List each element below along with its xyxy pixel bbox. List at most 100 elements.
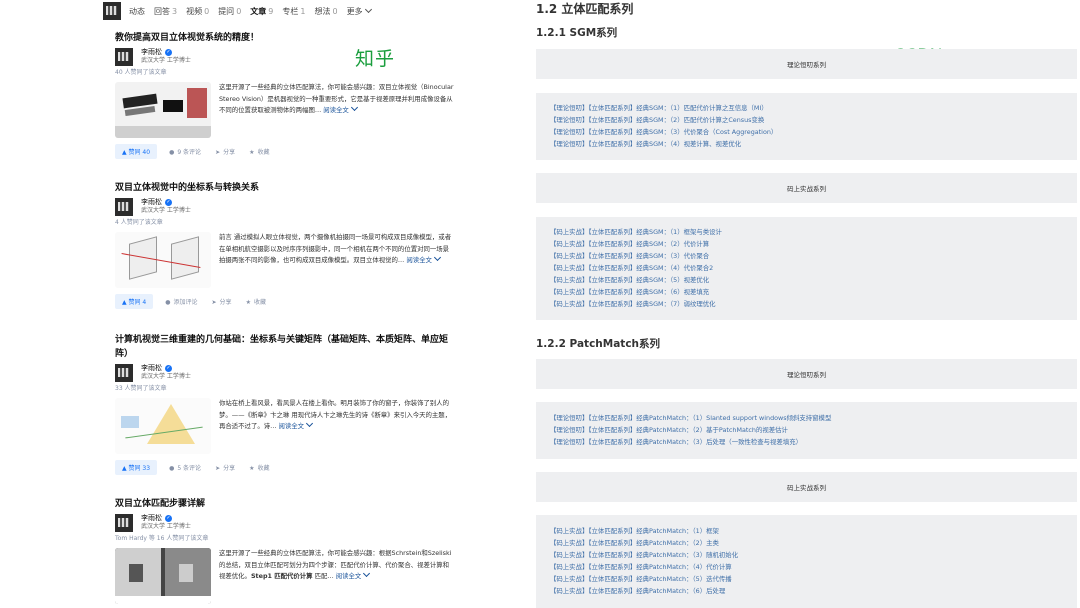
series-band-code: 码上实战系列 <box>536 472 1077 502</box>
article-title[interactable]: 双目立体匹配步骤详解 <box>115 497 455 511</box>
share-button[interactable]: ➤ 分享 <box>215 147 235 156</box>
avatar[interactable] <box>115 364 133 382</box>
list-item-link[interactable]: 【理论恒叨】【立体匹配系列】经典SGM：（2）匹配代价计算之Census变换 <box>550 114 777 126</box>
section-heading: 1.2 立体匹配系列 <box>536 2 634 16</box>
share-icon: ➤ <box>215 149 221 156</box>
pm-code-list: 【码上实战】【立体匹配系列】经典PatchMatch：（1）框架 【码上实战】【… <box>536 515 1077 608</box>
article-excerpt[interactable]: 前言 通过模拟人眼立体视觉，两个摄像机拍摄同一场景可构成双目成像模型，或者在单相… <box>219 232 455 288</box>
author-description: 武汉大学 工学博士 <box>141 523 191 530</box>
article-actions: ▲ 赞同 40 ● 9 条评论 ➤ 分享 ★ 收藏 <box>115 144 455 159</box>
csdn-article-panel: 1.2 立体匹配系列 1.2.1 SGM系列 CSDN 理论恒叨系列 【理论恒叨… <box>536 0 1080 608</box>
tab-activity[interactable]: 动态 <box>129 6 145 17</box>
chevron-down-icon <box>306 419 314 428</box>
vote-summary: 40 人赞同了该文章 <box>115 69 167 76</box>
profile-tab-bar: 动态 回答 3 视频 0 提问 0 文章 9 专栏 1 想法 0 更多 <box>103 0 460 22</box>
favorite-button[interactable]: ★ 收藏 <box>246 297 266 306</box>
share-button[interactable]: ➤ 分享 <box>215 463 235 472</box>
list-item-link[interactable]: 【码上实战】【立体匹配系列】经典SGM：（2）代价计算 <box>550 238 722 250</box>
article-thumbnail[interactable] <box>115 548 211 604</box>
upvote-button[interactable]: ▲ 赞同 33 <box>115 460 158 475</box>
author-name[interactable]: 李雨松 <box>141 364 162 372</box>
author-info: 李雨松 ✓ 武汉大学 工学博士 <box>115 48 455 66</box>
article-actions: ▲ 赞同 4 ● 添加评论 ➤ 分享 ★ 收藏 <box>115 294 455 309</box>
sgm-code-list: 【码上实战】【立体匹配系列】经典SGM：（1）框架与类设计 【码上实战】【立体匹… <box>536 217 1077 320</box>
article-card: 双目立体匹配步骤详解 李雨松 ✓ 武汉大学 工学博士 Tom Hardy 等 16… <box>115 497 455 604</box>
vote-summary: Tom Hardy 等 16 人赞同了该文章 <box>115 535 209 542</box>
favorite-button[interactable]: ★ 收藏 <box>249 463 269 472</box>
author-name[interactable]: 李雨松 <box>141 198 162 206</box>
vote-summary: 33 人赞同了该文章 <box>115 385 167 392</box>
tab-thoughts[interactable]: 想法 0 <box>314 6 337 17</box>
verified-icon: ✓ <box>165 364 172 372</box>
list-item-link[interactable]: 【码上实战】【立体匹配系列】经典SGM：（3）代价聚合 <box>550 250 722 262</box>
list-item-link[interactable]: 【码上实战】【立体匹配系列】经典SGM：（1）框架与类设计 <box>550 226 722 238</box>
article-thumbnail[interactable] <box>115 232 211 288</box>
star-icon: ★ <box>245 299 251 306</box>
list-item-link[interactable]: 【码上实战】【立体匹配系列】经典PatchMatch：（4）代价计算 <box>550 561 738 573</box>
favorite-button[interactable]: ★ 收藏 <box>249 147 269 156</box>
list-item-link[interactable]: 【理论恒叨】【立体匹配系列】经典PatchMatch：（1）Slanted su… <box>550 412 831 424</box>
read-more-link[interactable]: 阅读全文 <box>279 419 314 430</box>
avatar[interactable] <box>115 514 133 532</box>
list-item-link[interactable]: 【码上实战】【立体匹配系列】经典SGM：（6）视差填充 <box>550 286 722 298</box>
list-item-link[interactable]: 【理论恒叨】【立体匹配系列】经典SGM：（1）匹配代价计算之互信息（MI） <box>550 102 777 114</box>
sgm-theory-list: 【理论恒叨】【立体匹配系列】经典SGM：（1）匹配代价计算之互信息（MI） 【理… <box>536 93 1077 160</box>
upvote-button[interactable]: ▲ 赞同 4 <box>115 294 154 309</box>
upvote-button[interactable]: ▲ 赞同 40 <box>115 144 158 159</box>
list-item-link[interactable]: 【理论恒叨】【立体匹配系列】经典PatchMatch：（2）基于PatchMat… <box>550 424 831 436</box>
star-icon: ★ <box>249 465 255 472</box>
read-more-link[interactable]: 阅读全文 <box>323 103 358 114</box>
series-band-theory: 理论恒叨系列 <box>536 49 1077 79</box>
list-item-link[interactable]: 【码上实战】【立体匹配系列】经典PatchMatch：（6）后处理 <box>550 585 738 597</box>
list-item-link[interactable]: 【码上实战】【立体匹配系列】经典PatchMatch：（5）迭代传播 <box>550 573 738 585</box>
list-item-link[interactable]: 【码上实战】【立体匹配系列】经典PatchMatch：（1）框架 <box>550 525 738 537</box>
comment-button[interactable]: ● 5 条评论 <box>169 463 201 472</box>
read-more-link[interactable]: 阅读全文 <box>406 253 441 264</box>
author-info: 李雨松 ✓ 武汉大学 工学博士 <box>115 198 455 216</box>
read-more-link[interactable]: 阅读全文 <box>336 569 371 580</box>
list-item-link[interactable]: 【码上实战】【立体匹配系列】经典SGM：（5）视差优化 <box>550 274 722 286</box>
article-card: 双目立体视觉中的坐标系与转换关系 李雨松 ✓ 武汉大学 工学博士 4 人赞同了该文… <box>115 181 455 309</box>
article-card: 计算机视觉三维重建的几何基础：坐标系与关键矩阵（基础矩阵、本质矩阵、单应矩阵） … <box>115 333 455 475</box>
article-excerpt[interactable]: 这里开源了一些经典的立体匹配算法，你可能会感兴趣：根据Schrstein和Sze… <box>219 548 455 604</box>
verified-icon: ✓ <box>165 198 172 206</box>
list-item-link[interactable]: 【码上实战】【立体匹配系列】经典PatchMatch：（3）随机初始化 <box>550 549 738 561</box>
share-icon: ➤ <box>215 465 221 472</box>
list-item-link[interactable]: 【理论恒叨】【立体匹配系列】经典SGM：（4）视差计算、视差优化 <box>550 138 777 150</box>
comment-icon: ● <box>165 299 171 306</box>
comment-icon: ● <box>169 465 175 472</box>
article-title[interactable]: 教你提高双目立体视觉系统的精度！ <box>115 31 455 45</box>
author-name[interactable]: 李雨松 <box>141 48 162 56</box>
author-name[interactable]: 李雨松 <box>141 514 162 522</box>
comment-button[interactable]: ● 添加评论 <box>165 297 197 306</box>
tab-more[interactable]: 更多 <box>347 5 372 17</box>
series-band-code: 码上实战系列 <box>536 173 1077 203</box>
article-title[interactable]: 双目立体视觉中的坐标系与转换关系 <box>115 181 455 195</box>
article-title[interactable]: 计算机视觉三维重建的几何基础：坐标系与关键矩阵（基础矩阵、本质矩阵、单应矩阵） <box>115 333 455 361</box>
subsection-heading-sgm: 1.2.1 SGM系列 <box>536 27 618 39</box>
author-description: 武汉大学 工学博士 <box>141 57 191 64</box>
chevron-down-icon <box>364 5 372 13</box>
list-item-link[interactable]: 【理论恒叨】【立体匹配系列】经典SGM：（3）代价聚合（Cost Aggrega… <box>550 126 777 138</box>
article-excerpt[interactable]: 这里开源了一些经典的立体匹配算法，你可能会感兴趣：双目立体视觉（Binocula… <box>219 82 455 138</box>
tab-columns[interactable]: 专栏 1 <box>282 6 305 17</box>
list-item-link[interactable]: 【码上实战】【立体匹配系列】经典SGM：（7）弱纹理优化 <box>550 298 722 310</box>
chevron-down-icon <box>433 253 441 262</box>
article-thumbnail[interactable] <box>115 82 211 138</box>
share-button[interactable]: ➤ 分享 <box>212 297 232 306</box>
subsection-heading-patchmatch: 1.2.2 PatchMatch系列 <box>536 338 661 350</box>
article-thumbnail[interactable] <box>115 398 211 454</box>
list-item-link[interactable]: 【码上实战】【立体匹配系列】经典PatchMatch：（2）主类 <box>550 537 738 549</box>
article-excerpt[interactable]: 你站在桥上看风景，看风景人在楼上看你。明月装饰了你的窗子，你装饰了别人的梦。——… <box>219 398 455 454</box>
tab-videos[interactable]: 视频 0 <box>186 6 209 17</box>
avatar[interactable] <box>115 48 133 66</box>
tab-articles[interactable]: 文章 9 <box>250 6 273 17</box>
comment-button[interactable]: ● 9 条评论 <box>169 147 201 156</box>
avatar[interactable] <box>115 198 133 216</box>
tab-answers[interactable]: 回答 3 <box>154 6 177 17</box>
list-item-link[interactable]: 【理论恒叨】【立体匹配系列】经典PatchMatch：（3）后处理（一致性检查与… <box>550 436 831 448</box>
tab-questions[interactable]: 提问 0 <box>218 6 241 17</box>
list-item-link[interactable]: 【码上实战】【立体匹配系列】经典SGM：（4）代价聚合2 <box>550 262 722 274</box>
avatar[interactable] <box>103 2 121 20</box>
share-icon: ➤ <box>211 299 217 306</box>
